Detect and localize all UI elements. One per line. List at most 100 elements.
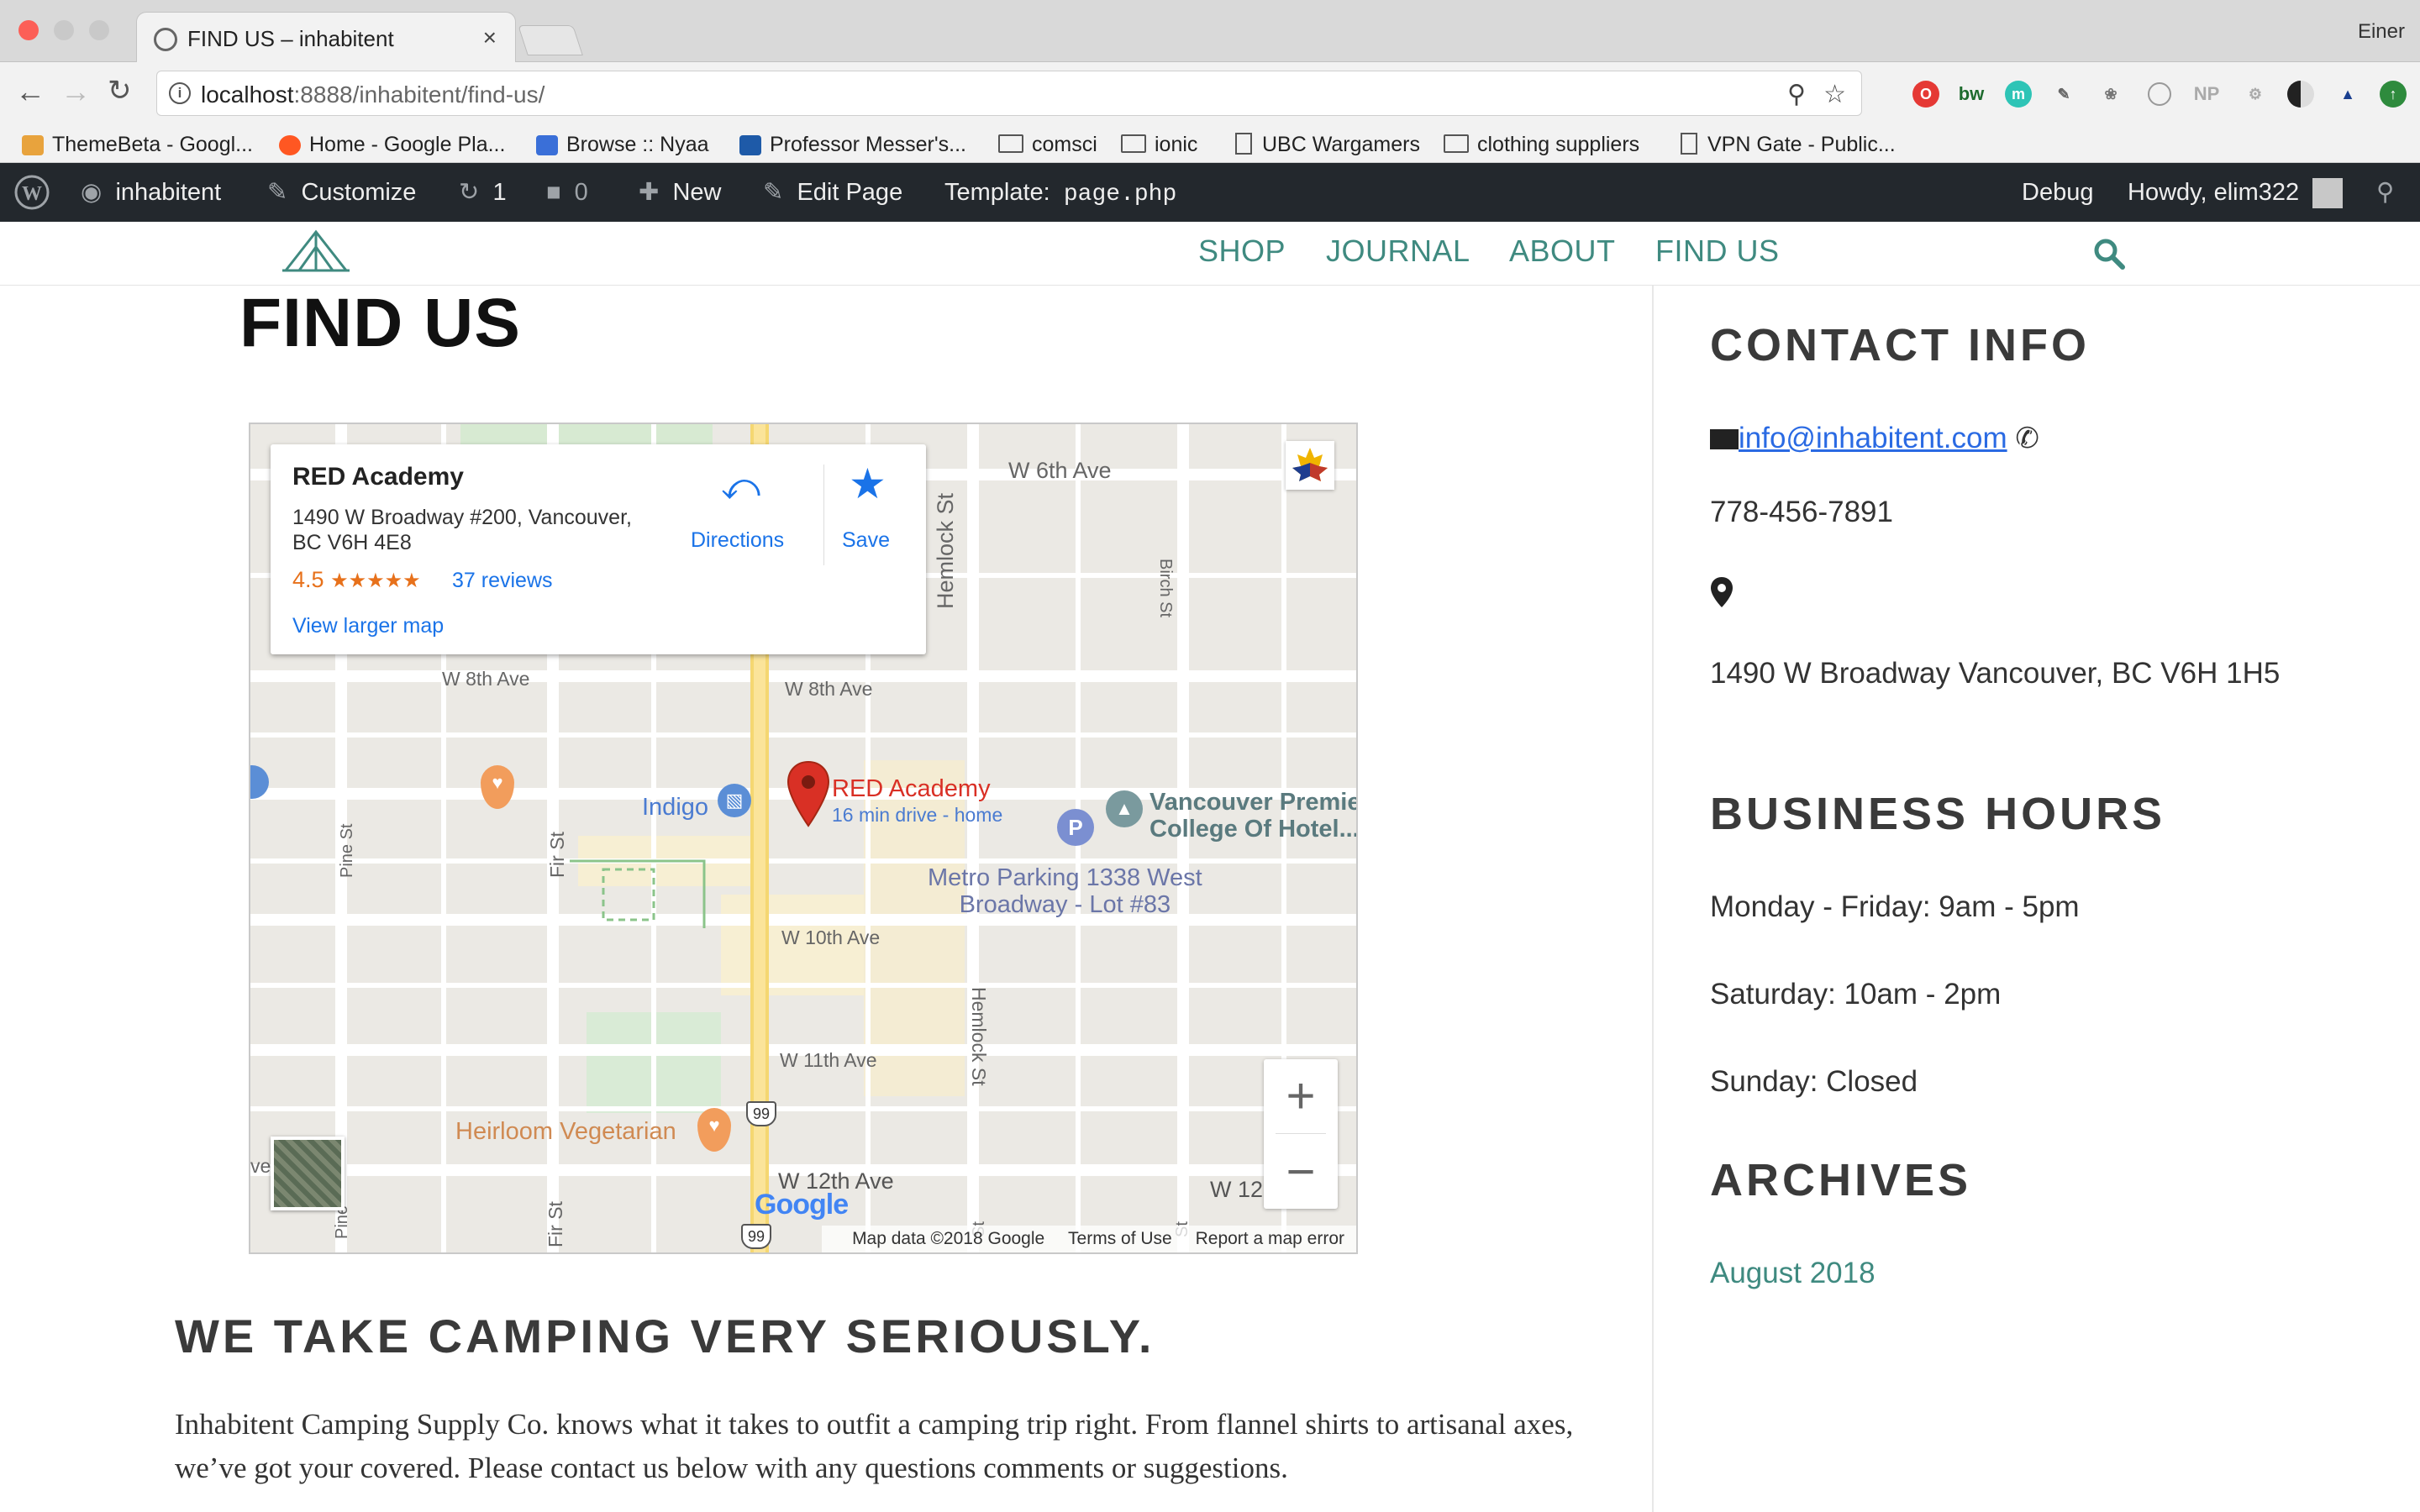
maximize-window-button[interactable] [89,20,109,40]
satellite-toggle-button[interactable] [271,1137,345,1210]
new-content-link[interactable]: ✚ New [639,163,721,222]
report-map-error-link[interactable]: Report a map error [1196,1229,1344,1248]
forward-arrow-icon[interactable]: → [60,74,91,109]
tab-title: FIND US – inhabitent [187,26,394,51]
card-divider [823,465,824,565]
document-icon [1681,133,1697,155]
star-icon[interactable]: ★ [849,459,886,508]
bookmark-folder[interactable]: comsci [998,126,1097,163]
bookmark-item[interactable]: UBC Wargamers [1235,126,1420,163]
shopping-bag-icon[interactable]: ▧ [718,784,751,817]
bookmark-star-icon[interactable]: ☆ [1823,80,1846,109]
edit-page-link[interactable]: ✎ Edit Page [763,163,902,222]
intro-paragraph: Inhabitent Camping Supply Co. knows what… [175,1408,1574,1484]
site-info-icon[interactable]: i [169,82,191,104]
paintbrush-icon: ✎ [267,179,288,206]
bug-extension-icon[interactable]: ❀ [2097,81,2124,108]
nav-shop[interactable]: SHOP [1198,234,1286,269]
google-map[interactable]: W 6th Ave W 8th Ave W 8th Ave W 10th Ave… [249,423,1358,1254]
wordpress-logo-icon[interactable]: W [13,163,50,222]
nav-journal[interactable]: JOURNAL [1326,234,1470,269]
browser-tabstrip: FIND US – inhabitent × Einer [0,0,2420,64]
parking-icon[interactable]: P [1057,809,1094,846]
close-window-button[interactable] [18,20,39,40]
envelope-icon [1710,429,1739,449]
archive-link-august-2018[interactable]: August 2018 [1710,1252,1876,1295]
page-title: FIND US [239,285,521,361]
account-menu[interactable]: Howdy, elim322 [2128,163,2344,222]
browser-tab-active[interactable]: FIND US – inhabitent × [136,12,516,64]
minimize-window-button[interactable] [54,20,74,40]
wordpress-favicon-icon [154,28,177,51]
bookmark-folder[interactable]: clothing suppliers [1444,126,1639,163]
eyedropper-extension-icon[interactable]: ✎ [2050,81,2077,108]
bookmark-folder[interactable]: ionic [1121,126,1197,163]
phone-icon: ✆ [2015,423,2039,454]
document-icon [1235,133,1252,155]
bookmark-item[interactable]: Home - Google Pla... [279,126,505,163]
vancouver-premier-label[interactable]: Vancouver Premie College Of Hotel... [1150,789,1356,843]
reload-icon[interactable]: ↻ [108,74,132,108]
tent-logo-icon[interactable] [282,227,350,278]
customize-link[interactable]: ✎ Customize [267,163,416,222]
tab-close-icon[interactable]: × [483,24,497,51]
directions-button[interactable]: Directions [691,528,784,553]
zoom-in-button[interactable]: + [1264,1059,1338,1133]
url-text[interactable]: localhost:8888/inhabitent/find-us/ [201,81,544,108]
nav-find-us[interactable]: FIND US [1655,234,1780,269]
business-hours-heading: BUSINESS HOURS [1710,789,2166,839]
bookmark-item[interactable]: Browse :: Nyaa [536,126,709,163]
m-extension-icon[interactable]: m [2005,81,2032,108]
debug-link[interactable]: Debug [2022,163,2093,222]
circle-extension-icon[interactable] [2148,82,2171,106]
site-name-link[interactable]: ◉ inhabitent [81,163,221,222]
map-marker-icon [1710,576,1733,621]
view-larger-map-link[interactable]: View larger map [292,614,444,638]
heirloom-vegetarian-label[interactable]: Heirloom Vegetarian [455,1118,676,1146]
comments-link[interactable]: ■ 0 [546,163,588,222]
terms-of-use-link[interactable]: Terms of Use [1068,1229,1172,1248]
zoom-icon[interactable]: ⚲ [1787,80,1806,109]
zoom-out-button[interactable]: − [1264,1135,1338,1209]
profile-name[interactable]: Einer [2358,20,2405,44]
pencil-icon: ✎ [763,179,784,206]
np-extension-icon[interactable]: NP [2193,81,2220,108]
template-info[interactable]: Template: page.php [944,163,1176,222]
street-label: W 8th Ave [442,668,530,690]
reviews-link[interactable]: 37 reviews [452,569,553,593]
route-99-icon: 99 [746,1101,776,1126]
school-icon[interactable]: ▲ [1106,790,1143,827]
wp-admin-bar: W ◉ inhabitent ✎ Customize ↻ 1 ■ 0 ✚ New… [0,163,2420,222]
street-label: W 8th Ave [785,678,873,700]
email-link[interactable]: info@inhabitent.com [1739,422,2007,454]
bookmark-item[interactable]: VPN Gate - Public... [1681,126,1896,163]
metro-parking-label[interactable]: Metro Parking 1338 West Broadway - Lot #8… [928,864,1202,918]
bookmark-item[interactable]: Professor Messer's... [739,126,966,163]
indigo-label[interactable]: Indigo [642,794,708,822]
directions-icon[interactable]: ⤺ [721,466,760,508]
darkmode-extension-icon[interactable] [2287,81,2314,108]
comment-icon: ■ [546,179,561,206]
update-extension-icon[interactable]: ↑ [2380,81,2407,108]
place-address: 1490 W Broadway #200, Vancouver, BC V6H … [292,506,632,554]
gear-extension-icon[interactable]: ⚙ [2242,81,2269,108]
back-arrow-icon[interactable]: ← [15,74,45,109]
triangle-extension-icon[interactable]: ▲ [2334,81,2361,108]
nav-about[interactable]: ABOUT [1509,234,1616,269]
address-bar[interactable]: i localhost:8888/inhabitent/find-us/ ⚲ ☆ [156,71,1862,116]
updates-icon: ↻ [459,179,480,206]
bw-extension-icon[interactable]: bw [1958,81,1985,108]
red-academy-label[interactable]: RED Academy [832,775,991,803]
place-info-card: RED Academy 1490 W Broadway #200, Vancou… [271,444,926,654]
search-icon[interactable] [2092,237,2126,275]
admin-search-icon[interactable]: ⚲ [2376,163,2394,222]
map-pin-icon[interactable] [786,760,830,832]
opera-extension-icon[interactable]: O [1912,81,1939,108]
bookmark-item[interactable]: ThemeBeta - Googl... [22,126,253,163]
new-tab-button[interactable] [518,25,583,55]
maple-leaf-icon[interactable] [1286,441,1334,490]
street-label: Birch St [1156,559,1175,618]
save-button[interactable]: Save [842,528,890,553]
updates-link[interactable]: ↻ 1 [459,163,507,222]
map-footer: Map data ©2018 Google Terms of Use Repor… [822,1226,1356,1252]
